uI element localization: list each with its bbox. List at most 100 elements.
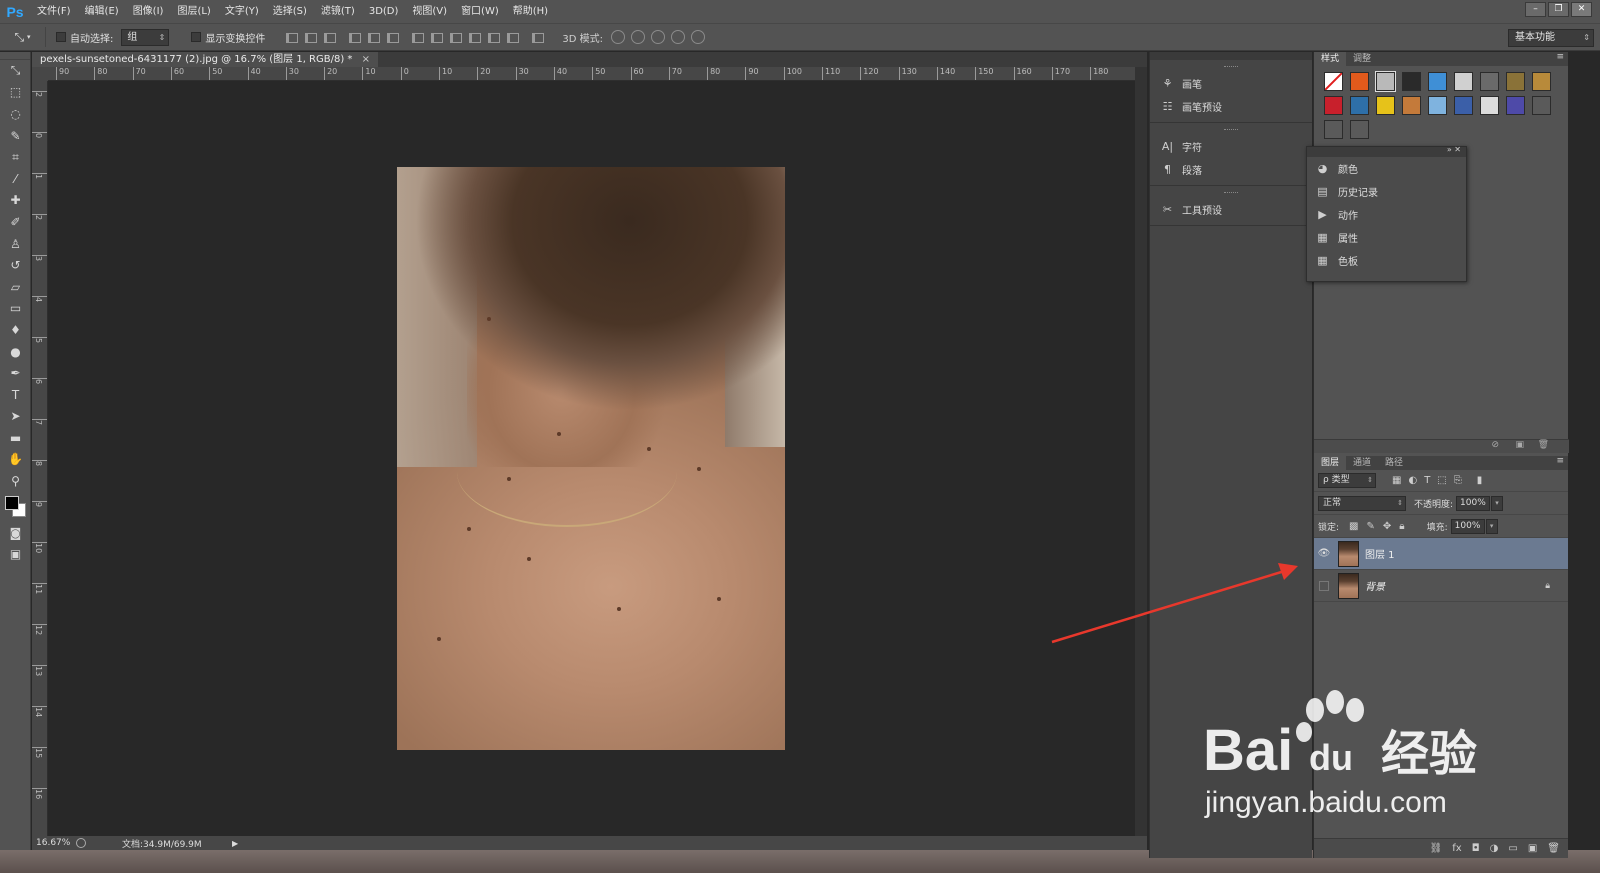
dock-group-grip[interactable] <box>1224 129 1238 131</box>
float-panel-item[interactable]: ▦ 色板 <box>1307 249 1466 272</box>
workspace-dropdown[interactable]: 基本功能 <box>1508 29 1594 47</box>
layer-filter-dropdown[interactable]: ρ 类型 <box>1318 473 1376 488</box>
vertical-scrollbar[interactable] <box>1135 67 1147 836</box>
style-swatch[interactable] <box>1324 96 1343 115</box>
path-select-tool-icon[interactable]: ➤ <box>0 406 31 428</box>
distribute-bottom-icon[interactable] <box>447 30 463 44</box>
style-swatch[interactable] <box>1532 96 1551 115</box>
menu-item[interactable]: 滤镜(T) <box>314 0 362 23</box>
new-group-icon[interactable]: ▭ <box>1508 843 1517 854</box>
align-hcenter-icon[interactable] <box>365 30 381 44</box>
align-top-icon[interactable] <box>283 30 299 44</box>
menu-item[interactable]: 图像(I) <box>126 0 171 23</box>
dock-group-grip[interactable] <box>1224 66 1238 68</box>
show-transform-checkbox[interactable] <box>191 32 202 42</box>
style-swatch[interactable] <box>1428 72 1447 91</box>
dock-header[interactable] <box>1150 52 1312 60</box>
style-swatch[interactable] <box>1350 120 1369 139</box>
link-layers-icon[interactable]: ⛓ <box>1430 843 1443 854</box>
style-swatch[interactable] <box>1402 72 1421 91</box>
style-swatch[interactable] <box>1480 72 1499 91</box>
align-bottom-icon[interactable] <box>321 30 337 44</box>
float-panel-item[interactable]: ▤ 历史记录 <box>1307 180 1466 203</box>
color-swatches[interactable] <box>0 492 31 522</box>
style-swatch[interactable] <box>1350 96 1369 115</box>
brush-tool-icon[interactable]: ✐ <box>0 211 31 233</box>
style-swatch[interactable] <box>1506 72 1525 91</box>
type-tool-icon[interactable]: T <box>0 384 31 406</box>
crop-tool-icon[interactable]: ⌗ <box>0 146 31 168</box>
style-swatch[interactable] <box>1324 72 1343 91</box>
layer-lock-icon[interactable]: 🔒︎ <box>1545 581 1550 591</box>
align-right-icon[interactable] <box>384 30 400 44</box>
filter-smart-icon[interactable]: ⎘ <box>1454 475 1462 486</box>
dock-item[interactable]: ✂ 工具预设 <box>1150 198 1312 221</box>
tab-layers[interactable]: 图层 <box>1314 456 1347 470</box>
shape-tool-icon[interactable]: ▬ <box>0 427 31 449</box>
lock-position-icon[interactable]: ✥ <box>1383 521 1391 532</box>
close-window-button[interactable]: ✕ <box>1571 2 1592 17</box>
menu-item[interactable]: 窗口(W) <box>454 0 506 23</box>
style-swatch[interactable] <box>1454 72 1473 91</box>
opacity-input[interactable]: 100% <box>1456 495 1491 511</box>
auto-align-icon[interactable] <box>529 30 545 44</box>
floating-panel-header[interactable]: » ✕ <box>1307 145 1466 157</box>
status-icon[interactable] <box>76 838 86 848</box>
tab-paths[interactable]: 路径 <box>1378 456 1410 470</box>
blend-mode-dropdown[interactable]: 正常 <box>1318 495 1406 511</box>
quick-mask-icon[interactable]: ◙ <box>0 522 31 544</box>
dock-item[interactable]: A| 字符 <box>1150 135 1312 158</box>
style-swatch[interactable] <box>1480 96 1499 115</box>
distribute-hcenter-icon[interactable] <box>485 30 501 44</box>
auto-select-dropdown[interactable]: 组 <box>121 28 170 46</box>
tab-adjustments[interactable]: 调整 <box>1346 52 1378 66</box>
layer-style-icon[interactable]: fx <box>1452 843 1461 854</box>
move-tool-icon[interactable]: ⤡ <box>0 60 31 82</box>
dock-item[interactable]: ¶ 段落 <box>1150 158 1312 181</box>
eyedropper-tool-icon[interactable]: ⁄ <box>0 168 31 190</box>
lock-image-icon[interactable]: ✎ <box>1367 521 1375 532</box>
lasso-tool-icon[interactable]: ◌ <box>0 103 31 125</box>
distribute-top-icon[interactable] <box>409 30 425 44</box>
visibility-off-icon[interactable] <box>1319 580 1329 591</box>
layer-thumbnail[interactable] <box>1338 572 1359 599</box>
screen-mode-icon[interactable]: ▣ <box>0 543 31 565</box>
blur-tool-icon[interactable]: ♦ <box>0 319 31 341</box>
style-swatch[interactable] <box>1324 120 1343 139</box>
style-swatch[interactable] <box>1402 96 1421 115</box>
style-swatch[interactable] <box>1375 71 1396 92</box>
menu-item[interactable]: 帮助(H) <box>506 0 555 23</box>
fill-slider-button[interactable]: ▾ <box>1485 518 1498 534</box>
history-brush-tool-icon[interactable]: ↺ <box>0 254 31 276</box>
marquee-tool-icon[interactable]: ⬚ <box>0 82 31 104</box>
align-vcenter-icon[interactable] <box>302 30 318 44</box>
zoom-tool-icon[interactable]: ⚲ <box>0 470 31 492</box>
slide-3d-icon[interactable] <box>671 30 685 44</box>
float-panel-item[interactable]: ◕ 颜色 <box>1307 157 1466 180</box>
dock-group-grip[interactable] <box>1224 192 1238 194</box>
layer-row[interactable]: 👁︎ 图层 1 <box>1314 538 1568 570</box>
dodge-tool-icon[interactable]: ● <box>0 341 31 363</box>
layer-name[interactable]: 图层 1 <box>1365 546 1395 561</box>
zoom-field[interactable]: 16.67% <box>32 838 70 848</box>
restore-button[interactable]: ❐ <box>1548 2 1569 17</box>
foreground-color[interactable] <box>5 495 19 510</box>
filter-pixel-icon[interactable]: ▦ <box>1392 475 1401 486</box>
visibility-eye-icon[interactable]: 👁︎ <box>1314 548 1334 559</box>
menu-item[interactable]: 选择(S) <box>266 0 314 23</box>
filter-adjustment-icon[interactable]: ◐ <box>1408 475 1417 486</box>
add-mask-icon[interactable]: ◘ <box>1472 843 1480 854</box>
document-image[interactable] <box>397 167 785 750</box>
tab-styles[interactable]: 样式 <box>1314 52 1347 66</box>
menu-item[interactable]: 编辑(E) <box>78 0 126 23</box>
clear-style-icon[interactable]: ⊘ <box>1491 440 1499 450</box>
layer-row[interactable]: 背景 🔒︎ <box>1314 570 1568 602</box>
pen-tool-icon[interactable]: ✒ <box>0 362 31 384</box>
distribute-vcenter-icon[interactable] <box>428 30 444 44</box>
move-tool-preset-button[interactable]: ⤡ ▾ <box>0 27 46 47</box>
distribute-right-icon[interactable] <box>504 30 520 44</box>
hand-tool-icon[interactable]: ✋ <box>0 449 31 471</box>
style-swatch[interactable] <box>1350 72 1369 91</box>
gradient-tool-icon[interactable]: ▭ <box>0 298 31 320</box>
lock-all-icon[interactable]: 🔒︎ <box>1399 521 1404 532</box>
